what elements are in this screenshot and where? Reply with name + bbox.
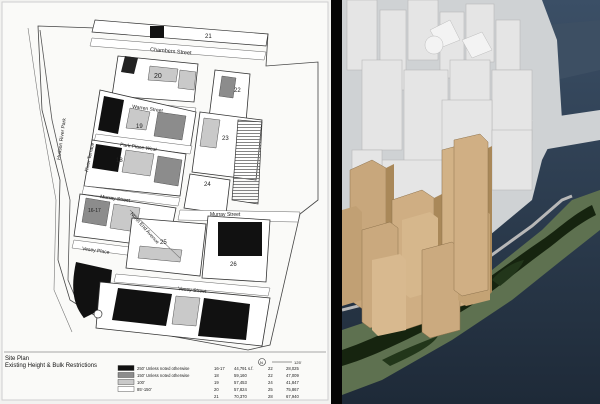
legend-site: 21 (214, 394, 219, 399)
model-view-panel (342, 0, 600, 404)
north-label: N (260, 360, 263, 365)
roundabout (93, 309, 103, 319)
scale-label: 125' (294, 360, 302, 365)
parcel-21-label: 21 (205, 34, 212, 40)
legend-far: 22 (268, 373, 273, 378)
parcel-18-label: 18 (116, 158, 123, 164)
parcel-21-tower (150, 26, 164, 38)
legend-total: 41,847 (286, 380, 299, 385)
legend-label: 85'-150' (137, 387, 152, 392)
legend-swatch (117, 365, 135, 371)
caption-subtitle: Existing Height & Bulk Restrictions (5, 363, 98, 369)
parcel-22-label: 22 (234, 88, 241, 94)
massing-model-render (342, 0, 600, 404)
parcel-26-tower (218, 222, 262, 256)
legend-swatch (117, 379, 135, 385)
site-plan-panel: Chambers Street Warren Street Park Place… (0, 0, 331, 404)
divider (331, 0, 342, 404)
legend-far: 22 (268, 366, 273, 371)
caption-title: Site Plan (5, 356, 30, 362)
legend-area: 57,824 (234, 387, 247, 392)
legend-swatch (117, 372, 135, 378)
parcel-25 (125, 217, 207, 277)
parcel-24-label: 24 (204, 182, 211, 188)
legend-far: 25 (268, 387, 273, 392)
parcel-19-label: 19 (136, 124, 143, 130)
legend-area: 44,791 s.f. (234, 366, 254, 371)
legend-area: 59,160 (234, 373, 247, 378)
legend-total: 47,009 (286, 373, 299, 378)
parcel-23-label: 23 (222, 136, 229, 142)
legend-swatch (117, 386, 135, 392)
parcel-24 (183, 173, 231, 215)
parcel-16-17-label: 16-17 (88, 208, 101, 214)
legend-label: 150' Unless noted otherwise (137, 373, 190, 378)
bottom-tower-left (112, 288, 172, 326)
parcel-20-label: 20 (154, 73, 162, 80)
legend-site: 16-17 (214, 366, 225, 371)
legend-total: 67,940 (286, 394, 299, 399)
legend-total: 28,025 (286, 366, 299, 371)
bottom-tower-right (198, 298, 250, 340)
parcel-25-label: 25 (160, 240, 167, 246)
legend-total: 75,867 (286, 387, 299, 392)
site-plan-drawing: Chambers Street Warren Street Park Place… (1, 1, 329, 401)
legend-site: 20 (214, 387, 219, 392)
legend-area: 70,370 (234, 394, 247, 399)
murray-street-east-label: Murray Street (210, 212, 241, 218)
legend-site: 19 (214, 380, 219, 385)
legend-far: 24 (268, 380, 273, 385)
parcel-26-label: 26 (230, 262, 237, 268)
legend-site: 18 (214, 373, 219, 378)
legend-far: 28 (268, 394, 273, 399)
legend-area: 57,453 (234, 380, 247, 385)
tall-tan-tower (453, 133, 489, 297)
legend-label: 100' (137, 380, 145, 385)
legend-label: 250' Unless noted otherwise (137, 366, 190, 371)
